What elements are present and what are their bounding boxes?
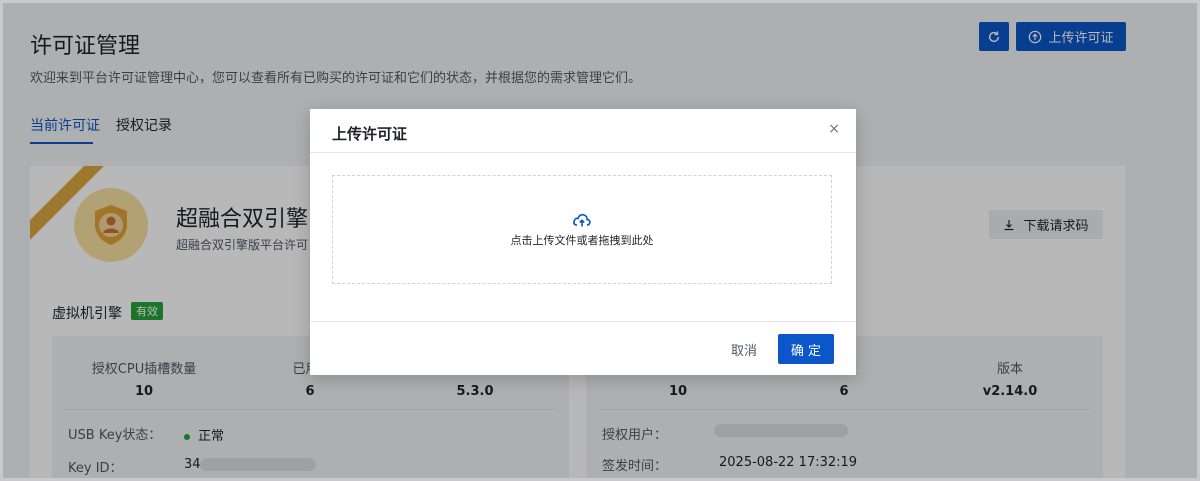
confirm-button[interactable]: 确 定 xyxy=(778,334,834,364)
cloud-upload-icon xyxy=(573,213,591,226)
close-icon[interactable]: × xyxy=(828,121,840,137)
dialog-header-divider xyxy=(310,152,856,153)
dialog-footer-divider xyxy=(310,321,856,322)
dialog-title: 上传许可证 xyxy=(332,125,408,143)
license-page: 许可证管理 欢迎来到平台许可证管理中心，您可以查看所有已购买的许可证和它们的状态… xyxy=(3,3,1197,478)
upload-license-dialog: 上传许可证 × 点击上传文件或者拖拽到此处 取消 确 定 xyxy=(310,109,856,375)
dropzone-hint: 点击上传文件或者拖拽到此处 xyxy=(510,233,654,247)
file-dropzone[interactable]: 点击上传文件或者拖拽到此处 xyxy=(332,175,832,284)
cancel-button[interactable]: 取消 xyxy=(722,334,766,364)
